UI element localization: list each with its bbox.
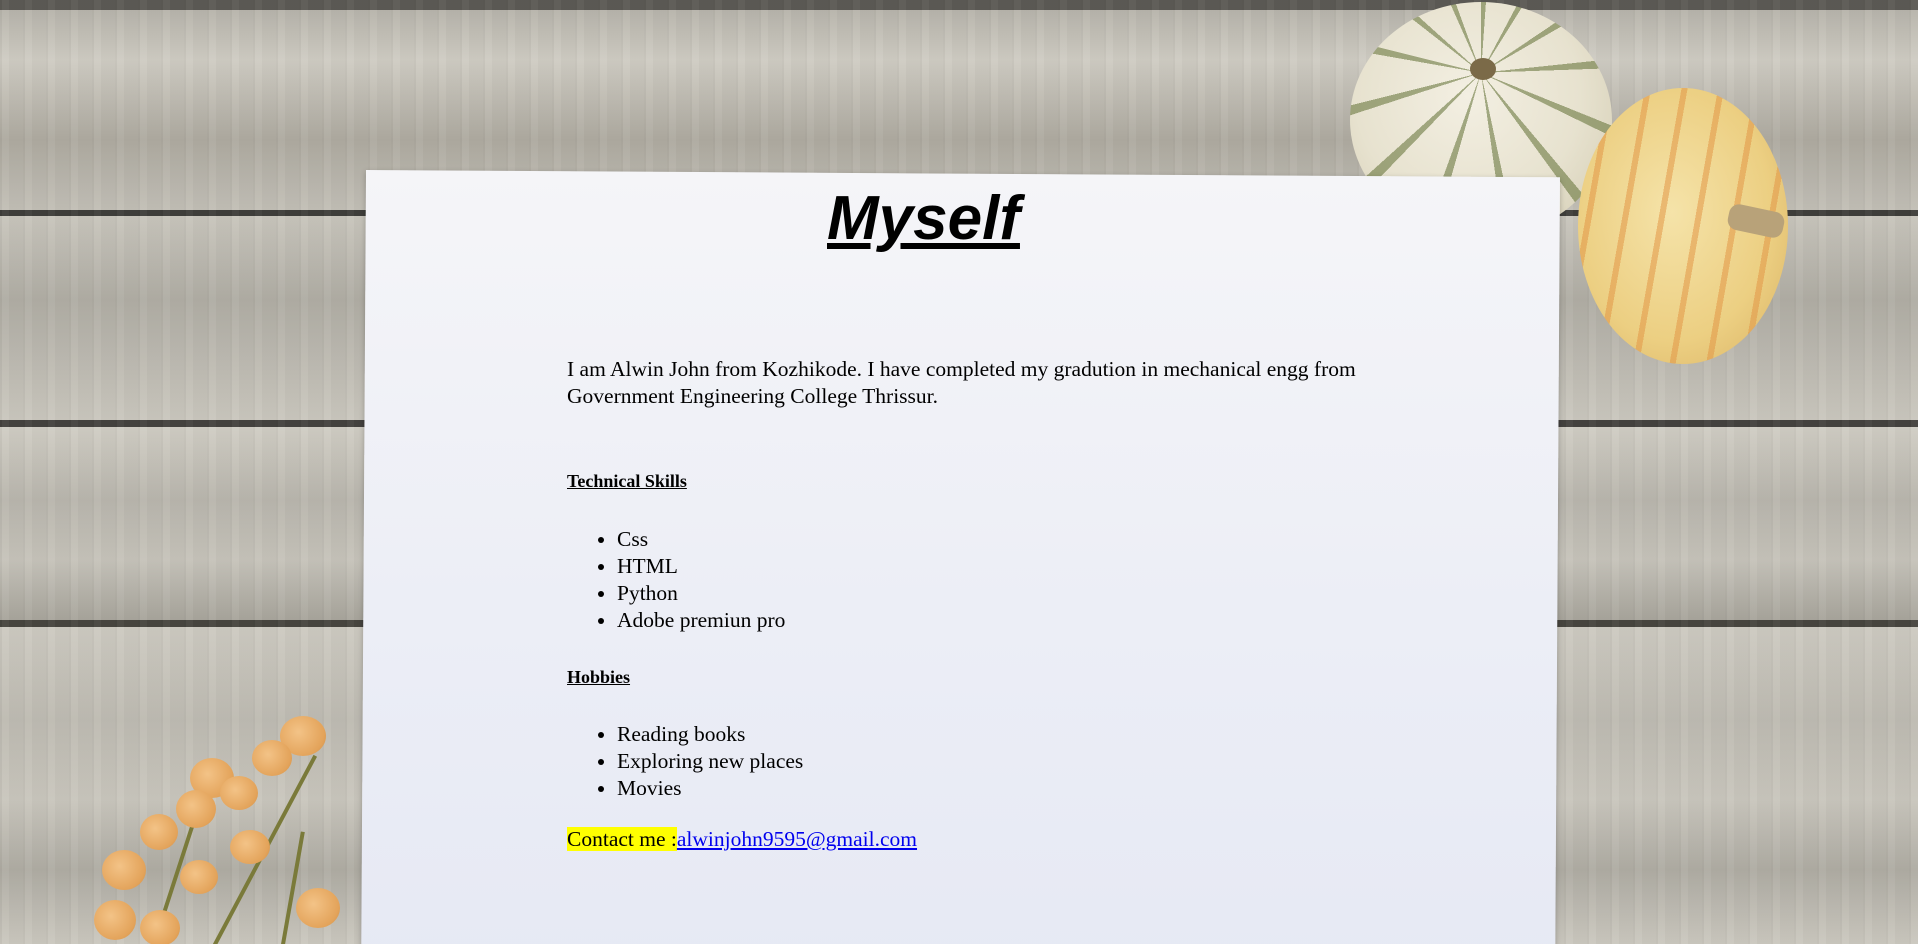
hobbies-heading: Hobbies: [567, 667, 631, 687]
list-item: Reading books: [617, 721, 803, 748]
paper-sheet: [361, 170, 1560, 944]
intro-paragraph: I am Alwin John from Kozhikode. I have c…: [567, 357, 1356, 408]
contact-label: Contact me :: [567, 827, 677, 851]
yellow-pumpkin-decoration: [1578, 88, 1788, 364]
list-item: Movies: [617, 775, 803, 802]
list-item: Exploring new places: [617, 748, 803, 775]
hobbies-list: Reading books Exploring new places Movie…: [567, 721, 803, 802]
email-link[interactable]: alwinjohn9595@gmail.com: [677, 827, 917, 851]
pumpkin-stem: [1725, 202, 1787, 240]
list-item: HTML: [617, 553, 785, 580]
pumpkin-stem: [1470, 58, 1496, 80]
dried-flowers-decoration: [80, 710, 380, 944]
list-item: Python: [617, 580, 785, 607]
contact-line: Contact me :alwinjohn9595@gmail.com: [567, 826, 917, 853]
list-item: Css: [617, 526, 785, 553]
list-item: Adobe premiun pro: [617, 607, 785, 634]
technical-skills-list: Css HTML Python Adobe premiun pro: [567, 526, 785, 634]
page-title: Myself: [827, 184, 1020, 253]
technical-skills-heading: Technical Skills: [567, 471, 687, 491]
